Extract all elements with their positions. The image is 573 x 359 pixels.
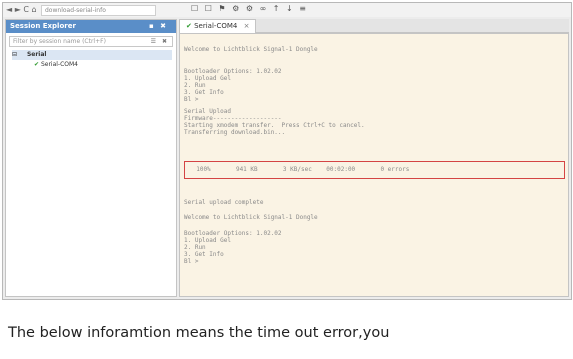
- terminal-line: Serial Upload: [184, 108, 231, 115]
- terminal-line: Welcome to Lichtblick Signal-1 Dongle: [184, 214, 318, 221]
- terminal-output[interactable]: 100% 941 KB 3 KB/sec 00:02:00 0 errors W…: [179, 33, 569, 297]
- expand-icon[interactable]: ⊟: [12, 51, 17, 58]
- terminal-line: 1. Upload Gel: [184, 237, 231, 244]
- session-explorer-header: Session Explorer ▪ ✖: [6, 20, 176, 33]
- terminal-line: Bootloader Options: 1.02.02: [184, 68, 282, 75]
- tree-item-serial-com4[interactable]: ✔ Serial-COM4: [12, 60, 176, 70]
- panel-buttons[interactable]: ▪ ✖: [149, 20, 168, 33]
- terminal-area: ✔ Serial-COM4 × 100% 941 KB 3 KB/sec 00:…: [179, 19, 569, 297]
- connected-check-icon: ✔: [186, 22, 192, 30]
- terminal-line: 3. Get Info: [184, 89, 224, 96]
- tree-group-label: Serial: [26, 51, 47, 58]
- session-filter-input[interactable]: Filter by session name (Ctrl+F) ☰ ✖: [9, 36, 173, 47]
- tab-label: Serial-COM4: [194, 22, 238, 30]
- close-icon[interactable]: ×: [244, 22, 250, 30]
- session-explorer: Session Explorer ▪ ✖ Filter by session n…: [5, 19, 177, 297]
- terminal-line: Starting xmodem transfer. Press Ctrl+C t…: [184, 122, 365, 129]
- terminal-line: 2. Run: [184, 244, 206, 251]
- terminal-line: 3. Get Info: [184, 251, 224, 258]
- toolbar: ◄ ► C ⌂ download-serial-info ☐ ☐ ⚑ ⚙ ⚙ ∞…: [3, 3, 571, 17]
- connected-check-icon: ✔: [34, 61, 40, 68]
- terminal-line: Bootloader Options: 1.02.02: [184, 230, 282, 237]
- app-window: ◄ ► C ⌂ download-serial-info ☐ ☐ ⚑ ⚙ ⚙ ∞…: [2, 2, 572, 300]
- terminal-line: Serial upload complete: [184, 199, 264, 206]
- highlighted-transfer-status: 100% 941 KB 3 KB/sec 00:02:00 0 errors: [184, 161, 565, 179]
- filter-placeholder: Filter by session name (Ctrl+F): [13, 38, 106, 45]
- nav-buttons[interactable]: ◄ ► C ⌂: [6, 4, 37, 16]
- tab-serial-com4[interactable]: ✔ Serial-COM4 ×: [179, 19, 257, 33]
- terminal-line: Bl >: [184, 258, 199, 265]
- terminal-line: Bl >: [184, 96, 199, 103]
- tab-bar: ✔ Serial-COM4 ×: [179, 19, 569, 33]
- session-tree: ⊟ Serial ✔ Serial-COM4: [6, 50, 176, 70]
- transfer-status-line: 100% 941 KB 3 KB/sec 00:02:00 0 errors: [189, 166, 410, 173]
- filter-icons[interactable]: ☰ ✖: [151, 37, 169, 46]
- toolbar-icons[interactable]: ☐ ☐ ⚑ ⚙ ⚙ ∞ ↑ ↓ ≡: [191, 4, 308, 13]
- terminal-line: 1. Upload Gel: [184, 75, 231, 82]
- terminal-line: Firmware-------------------: [184, 115, 282, 122]
- address-field[interactable]: download-serial-info: [41, 5, 156, 16]
- terminal-line: Transferring download.bin...: [184, 129, 286, 136]
- session-explorer-title: Session Explorer: [10, 22, 76, 30]
- caption-text: The below inforamtion means the time out…: [8, 325, 390, 341]
- tree-group-serial[interactable]: ⊟ Serial: [12, 50, 172, 60]
- tree-item-label: Serial-COM4: [40, 61, 79, 68]
- terminal-line: Welcome to Lichtblick Signal-1 Dongle: [184, 46, 318, 53]
- terminal-line: 2. Run: [184, 82, 206, 89]
